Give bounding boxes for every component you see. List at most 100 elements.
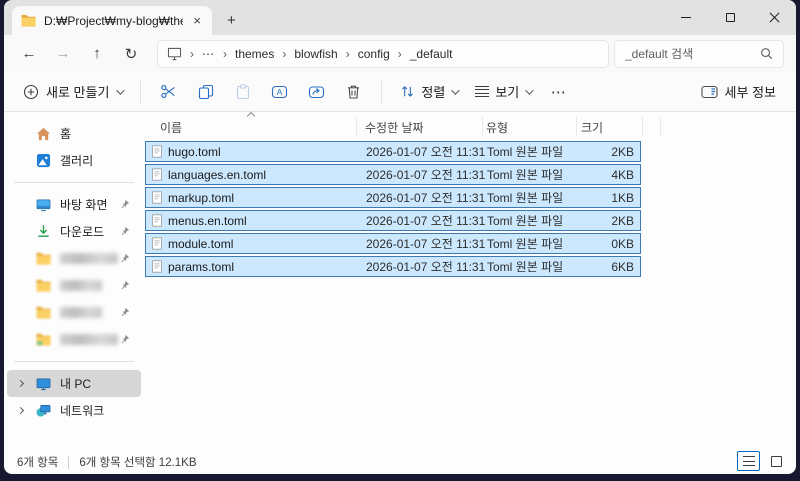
pin-icon xyxy=(119,253,130,264)
column-divider[interactable] xyxy=(482,117,483,136)
refresh-button[interactable]: ↻ xyxy=(114,40,148,68)
view-button[interactable]: 보기 xyxy=(466,82,540,101)
sidebar-item-folder-redacted[interactable] xyxy=(7,272,141,299)
chevron-down-icon xyxy=(451,85,461,95)
sidebar-item-gallery[interactable]: 갤러리 xyxy=(7,147,141,174)
file-name: menus.en.toml xyxy=(168,213,247,228)
sidebar-item-desktop[interactable]: 바탕 화면 xyxy=(7,191,141,218)
file-date: 2026-01-07 오전 11:31 xyxy=(366,237,486,251)
sidebar-item-home[interactable]: 홈 xyxy=(7,120,141,147)
sidebar-item-this-pc[interactable]: 내 PC xyxy=(7,370,141,397)
file-row-markup[interactable]: markup.toml 2026-01-07 오전 11:31 Toml 원본 … xyxy=(145,187,641,208)
paste-button[interactable] xyxy=(224,77,261,107)
sidebar-item-folder-redacted[interactable] xyxy=(7,245,141,272)
breadcrumb-item-blowfish[interactable]: blowfish xyxy=(294,47,337,61)
column-header-date[interactable]: 수정한 날짜 xyxy=(365,119,424,136)
breadcrumb-item-config[interactable]: config xyxy=(358,47,390,61)
file-name: hugo.toml xyxy=(168,144,221,159)
svg-text:A: A xyxy=(277,87,283,97)
item-count: 6개 항목 xyxy=(17,457,59,469)
file-row-languages[interactable]: languages.en.toml 2026-01-07 오전 11:31 To… xyxy=(145,164,641,185)
chevron-right-icon[interactable] xyxy=(16,379,25,388)
sort-button[interactable]: 정렬 xyxy=(391,82,466,101)
toolbar-divider xyxy=(140,80,142,103)
tab-close-icon[interactable]: × xyxy=(191,14,203,27)
file-type: Toml 원본 파일 xyxy=(487,191,564,205)
explorer-tab[interactable]: D:₩Project₩my-blog₩themes × xyxy=(12,6,212,35)
details-pane-icon xyxy=(700,85,718,99)
trash-icon xyxy=(348,85,360,99)
toml-file-icon xyxy=(150,144,164,159)
view-button-label: 보기 xyxy=(495,85,520,100)
sidebar-item-label: 홈 xyxy=(60,127,72,141)
redacted-label xyxy=(60,334,118,345)
toml-file-icon xyxy=(150,167,164,182)
breadcrumb-item-default[interactable]: _default xyxy=(410,47,453,61)
details-pane-label: 세부 정보 xyxy=(724,85,776,100)
file-size: 4KB xyxy=(611,167,634,182)
window-controls xyxy=(664,0,796,34)
thumbnail-view-icon xyxy=(771,455,782,467)
breadcrumb[interactable]: › ⋯ › themes › blowfish › config › _defa… xyxy=(157,39,609,68)
maximize-button[interactable] xyxy=(708,0,752,34)
search-input[interactable]: _default 검색 xyxy=(614,39,784,68)
file-size: 2KB xyxy=(611,144,634,159)
sidebar-item-downloads[interactable]: 다운로드 xyxy=(7,218,141,245)
file-rows: hugo.toml 2026-01-07 오전 11:31 Toml 원본 파일… xyxy=(144,141,796,277)
list-view-icon xyxy=(742,456,755,466)
status-bar: 6개 항목 6개 항목 선택함 12.1KB xyxy=(4,450,796,474)
copy-button[interactable] xyxy=(187,77,224,107)
column-header-size[interactable]: 크기 xyxy=(581,119,603,136)
details-pane-toggle[interactable]: 세부 정보 xyxy=(691,82,786,101)
address-bar: ← → ↑ ↻ › ⋯ › themes › blowfish › config… xyxy=(4,35,796,72)
details-view-button[interactable] xyxy=(737,451,760,471)
main-area: 홈 갤러리 바탕 화면 다운로드 내 PC 네트워크 이름 수정한 날짜 유형 … xyxy=(4,111,796,450)
sidebar-item-folder-redacted[interactable] xyxy=(7,299,141,326)
column-divider[interactable] xyxy=(356,117,357,136)
file-row-params[interactable]: params.toml 2026-01-07 오전 11:31 Toml 원본 … xyxy=(145,256,641,277)
desktop-background: D:₩Project₩my-blog₩themes × + ← → ↑ ↻ › … xyxy=(0,0,800,481)
file-type: Toml 원본 파일 xyxy=(487,168,564,182)
sidebar-item-label: 네트워크 xyxy=(60,404,105,418)
column-divider[interactable] xyxy=(576,117,577,136)
delete-button[interactable] xyxy=(335,77,372,107)
pin-icon xyxy=(119,307,130,318)
minimize-button[interactable] xyxy=(664,0,708,34)
new-button[interactable]: 새로 만들기 xyxy=(14,82,131,101)
up-button[interactable]: ↑ xyxy=(80,40,114,68)
redacted-label xyxy=(60,307,102,318)
download-icon xyxy=(36,224,51,239)
column-divider[interactable] xyxy=(642,117,643,136)
title-bar: D:₩Project₩my-blog₩themes × + xyxy=(4,0,796,35)
column-divider[interactable] xyxy=(660,117,661,136)
pin-icon xyxy=(119,280,130,291)
sidebar-item-label: 다운로드 xyxy=(60,225,105,239)
more-options-button[interactable]: ⋯ xyxy=(540,77,577,107)
file-size: 2KB xyxy=(611,213,634,228)
column-header-name[interactable]: 이름 xyxy=(160,119,182,136)
share-icon xyxy=(309,85,325,98)
cut-button[interactable] xyxy=(150,77,187,107)
this-pc-icon xyxy=(36,377,51,391)
command-bar: 새로 만들기 A 정렬 보기 ⋯ 세부 정보 xyxy=(4,72,796,112)
rename-button[interactable]: A xyxy=(261,77,298,107)
new-tab-button[interactable]: + xyxy=(227,13,236,28)
back-button[interactable]: ← xyxy=(12,40,46,68)
sidebar-item-network[interactable]: 네트워크 xyxy=(7,397,141,424)
chevron-right-icon[interactable] xyxy=(16,406,25,415)
breadcrumb-overflow[interactable]: ⋯ xyxy=(202,47,215,61)
file-row-hugo[interactable]: hugo.toml 2026-01-07 오전 11:31 Toml 원본 파일… xyxy=(145,141,641,162)
forward-button[interactable]: → xyxy=(46,40,80,68)
large-icons-view-button[interactable] xyxy=(765,451,788,471)
breadcrumb-separator: › xyxy=(223,46,227,61)
close-button[interactable] xyxy=(752,0,796,34)
column-header-type[interactable]: 유형 xyxy=(486,119,508,136)
breadcrumb-item-themes[interactable]: themes xyxy=(235,47,274,61)
navigation-pane: 홈 갤러리 바탕 화면 다운로드 내 PC 네트워크 xyxy=(4,112,144,450)
file-row-menus[interactable]: menus.en.toml 2026-01-07 오전 11:31 Toml 원… xyxy=(145,210,641,231)
desktop-icon xyxy=(36,198,51,212)
network-icon xyxy=(36,404,51,418)
sidebar-item-folder-redacted[interactable] xyxy=(7,326,141,353)
share-button[interactable] xyxy=(298,77,335,107)
file-row-module[interactable]: module.toml 2026-01-07 오전 11:31 Toml 원본 … xyxy=(145,233,641,254)
